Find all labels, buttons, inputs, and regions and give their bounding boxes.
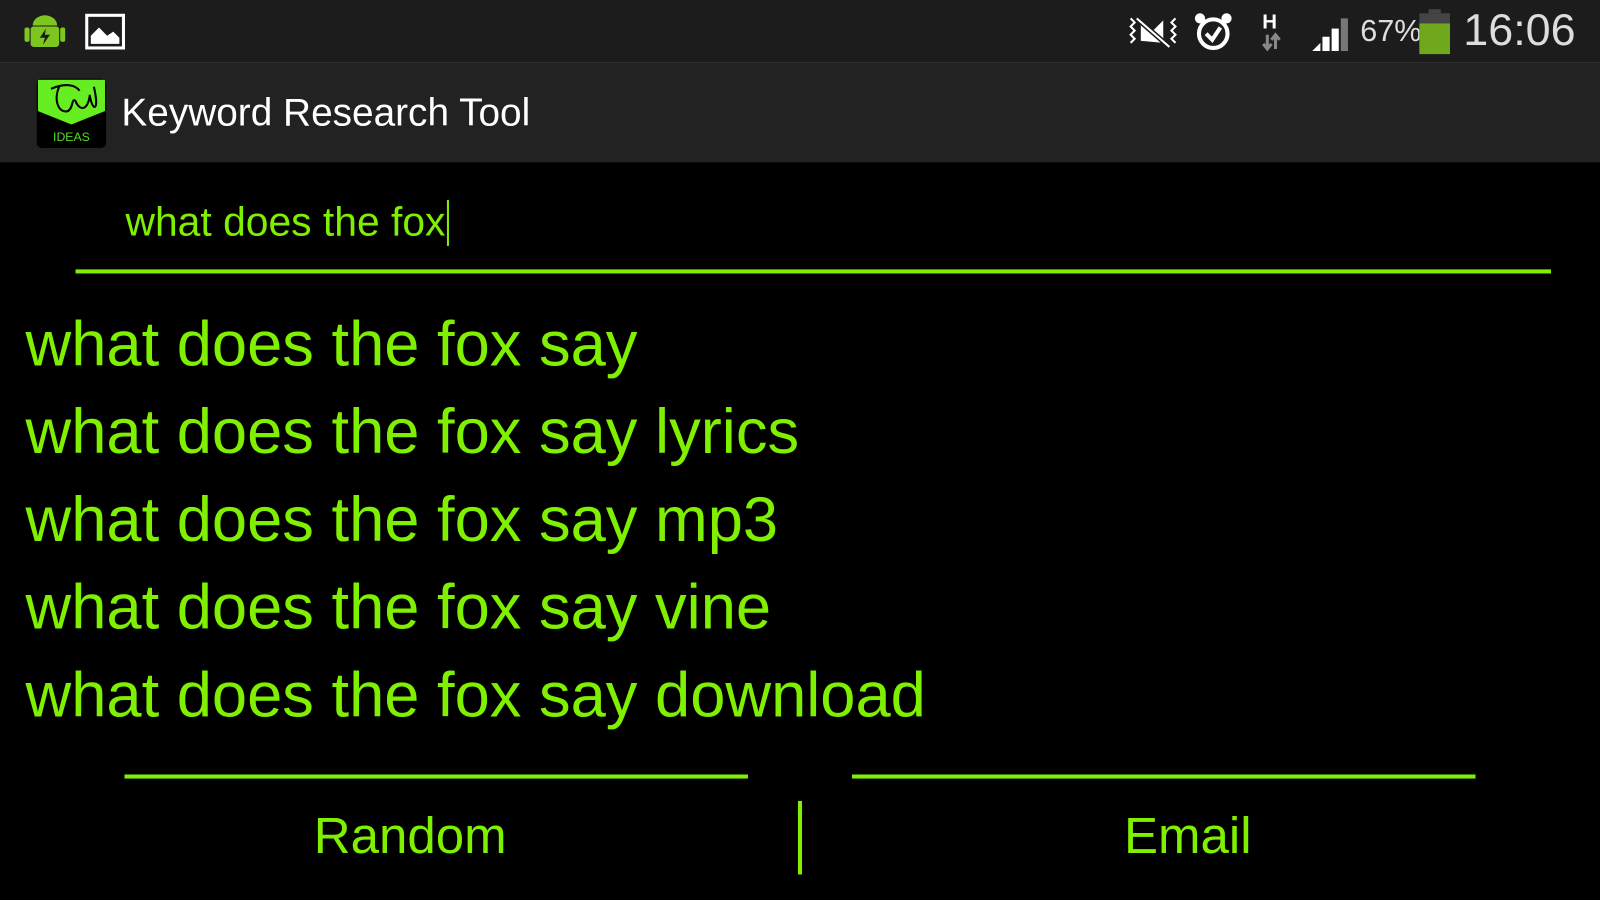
status-bar: H 67% 16:06	[0, 0, 1600, 64]
image-notification-icon	[85, 13, 125, 50]
app-title: Keyword Research Tool	[121, 91, 531, 135]
random-button-line	[124, 774, 748, 779]
email-button[interactable]: Email	[902, 806, 1473, 865]
action-bar: IDEAS Keyword Research Tool	[0, 63, 1600, 163]
clock: 16:06	[1463, 5, 1576, 56]
suggestion-item[interactable]: what does the fox say vine	[26, 571, 772, 643]
keyword-search-input[interactable]: what does the fox	[75, 184, 1552, 276]
battery-icon	[1419, 9, 1450, 55]
battery-percent: 67%	[1360, 14, 1422, 48]
suggestion-item[interactable]: what does the fox say mp3	[26, 484, 779, 556]
hspa-data-icon: H	[1262, 12, 1281, 52]
alarm-icon	[1194, 13, 1232, 50]
random-button[interactable]: Random	[124, 806, 695, 865]
suggestion-item[interactable]: what does the fox say download	[26, 659, 926, 731]
svg-text:H: H	[1262, 12, 1277, 34]
logo-text: IDEAS	[53, 129, 90, 144]
app-logo[interactable]: IDEAS	[36, 78, 107, 148]
suggestion-item[interactable]: what does the fox say	[26, 308, 638, 380]
input-underline	[75, 269, 1552, 274]
search-input-text: what does the fox	[126, 199, 449, 246]
button-divider	[797, 801, 803, 875]
signal-icon	[1312, 18, 1348, 52]
email-button-line	[852, 774, 1476, 779]
screen: H 67% 16:06 IDEAS Keyword Research Tool …	[0, 0, 1600, 900]
android-charging-icon	[24, 15, 66, 47]
vibrate-mute-icon	[1129, 16, 1177, 49]
suggestion-item[interactable]: what does the fox say lyrics	[26, 396, 800, 468]
